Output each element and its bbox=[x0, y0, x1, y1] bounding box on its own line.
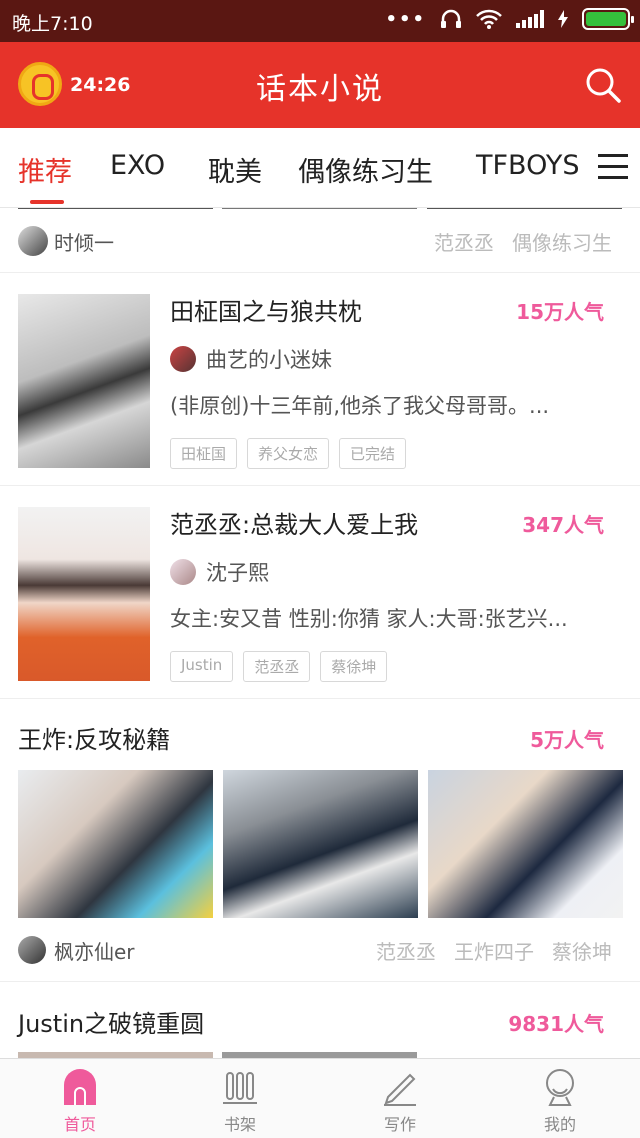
tag[interactable]: 偶像练习生 bbox=[512, 227, 612, 256]
author-name: 时倾一 bbox=[54, 231, 114, 255]
story-title: 田柾国之与狼共枕 bbox=[170, 298, 362, 326]
tab-recommend[interactable]: 推荐 bbox=[18, 150, 72, 189]
author-name: 沈子熙 bbox=[206, 561, 269, 585]
story-list-item[interactable]: Justin之破镜重圆 9831人气 bbox=[0, 982, 640, 1058]
story-description: (非原创)十三年前,他杀了我父母哥哥。... bbox=[170, 394, 550, 418]
app-title: 话本小说 bbox=[256, 72, 384, 107]
popularity-count: 5万人气 bbox=[530, 728, 604, 752]
tag[interactable]: 范丞丞 bbox=[434, 227, 494, 256]
battery-icon bbox=[582, 8, 634, 30]
wifi-icon bbox=[476, 9, 502, 29]
nav-label: 首页 bbox=[63, 1115, 96, 1134]
tag[interactable]: 田柾国 bbox=[170, 438, 238, 469]
story-title: Justin之破镜重圆 bbox=[18, 1010, 205, 1038]
author-name: 枫亦仙er bbox=[54, 940, 135, 964]
status-icons: ••• bbox=[385, 8, 634, 30]
story-title: 范丞丞:总裁大人爱上我 bbox=[170, 511, 419, 539]
tag[interactable]: 范丞丞 bbox=[243, 651, 311, 682]
story-tags: 范丞丞 偶像练习生 bbox=[434, 227, 612, 256]
story-description: 女主:安又昔 性别:你猜 家人:大哥:张艺兴... bbox=[170, 607, 568, 631]
story-tags: 范丞丞 王炸四子 蔡徐坤 bbox=[376, 936, 612, 965]
bottom-nav: 首页 书架 写作 我的 bbox=[0, 1058, 640, 1138]
popularity-count: 9831人气 bbox=[508, 1012, 604, 1036]
bookshelf-icon bbox=[223, 1072, 257, 1104]
popularity-count: 15万人气 bbox=[516, 300, 604, 324]
author-name: 曲艺的小迷妹 bbox=[206, 348, 332, 372]
tag[interactable]: Justin bbox=[170, 651, 234, 682]
tag[interactable]: 已完结 bbox=[339, 438, 407, 469]
home-icon bbox=[64, 1069, 96, 1105]
tag[interactable]: 养父女恋 bbox=[247, 438, 330, 469]
story-image bbox=[18, 770, 213, 918]
nav-profile[interactable]: 我的 bbox=[480, 1059, 640, 1138]
tag[interactable]: 王炸四子 bbox=[454, 936, 534, 965]
charging-icon bbox=[558, 10, 568, 28]
story-title: 王炸:反攻秘籍 bbox=[18, 726, 171, 754]
more-dots-icon: ••• bbox=[385, 8, 426, 30]
avatar bbox=[170, 559, 196, 585]
story-cover bbox=[18, 507, 150, 681]
story-list-item[interactable]: 范丞丞:总裁大人爱上我 347人气 沈子熙 女主:安又昔 性别:你猜 家人:大哥… bbox=[0, 487, 640, 699]
active-tab-indicator bbox=[30, 200, 64, 204]
avatar bbox=[18, 226, 48, 256]
story-image bbox=[428, 770, 623, 918]
tag[interactable]: 范丞丞 bbox=[376, 936, 436, 965]
tab-exo[interactable]: EXO bbox=[110, 150, 165, 181]
avatar bbox=[18, 936, 46, 964]
avatar bbox=[170, 346, 196, 372]
menu-icon[interactable] bbox=[598, 154, 628, 180]
signal-icon bbox=[516, 10, 544, 28]
nav-label: 写作 bbox=[383, 1115, 416, 1134]
nav-home[interactable]: 首页 bbox=[0, 1059, 160, 1138]
nav-label: 书架 bbox=[223, 1115, 256, 1134]
story-image bbox=[223, 770, 418, 918]
tag[interactable]: 蔡徐坤 bbox=[552, 936, 612, 965]
search-icon[interactable] bbox=[584, 66, 622, 104]
nav-label: 我的 bbox=[543, 1115, 576, 1134]
story-list-item[interactable]: 田柾国之与狼共枕 15万人气 曲艺的小迷妹 (非原创)十三年前,他杀了我父母哥哥… bbox=[0, 274, 640, 486]
story-image-gallery bbox=[18, 770, 623, 918]
nav-bookshelf[interactable]: 书架 bbox=[160, 1059, 320, 1138]
story-tags: 田柾国 养父女恋 已完结 bbox=[170, 438, 407, 469]
tab-tfboys[interactable]: TFBOYS bbox=[476, 150, 579, 181]
tag[interactable]: 蔡徐坤 bbox=[320, 651, 388, 682]
status-time: 晚上7:10 bbox=[12, 13, 93, 35]
popularity-count: 347人气 bbox=[522, 513, 604, 537]
story-cover bbox=[18, 294, 150, 468]
story-list-item-gallery[interactable]: 王炸:反攻秘籍 5万人气 枫亦仙er 范丞丞 王炸四子 蔡徐坤 bbox=[0, 700, 640, 982]
headphone-icon bbox=[441, 9, 461, 28]
app-header: 24:26 话本小说 bbox=[0, 42, 640, 128]
tab-danmei[interactable]: 耽美 bbox=[208, 150, 262, 189]
story-tags: Justin 范丞丞 蔡徐坤 bbox=[170, 651, 388, 682]
category-tabs: 推荐 EXO 耽美 偶像练习生 TFBOYS bbox=[0, 128, 640, 208]
pencil-icon bbox=[384, 1073, 416, 1106]
status-bar: 晚上7:10 ••• bbox=[0, 0, 640, 42]
story-author-row[interactable]: 时倾一 范丞丞 偶像练习生 bbox=[0, 209, 640, 273]
tab-idol-producer[interactable]: 偶像练习生 bbox=[298, 150, 433, 189]
profile-icon bbox=[546, 1069, 574, 1106]
nav-write[interactable]: 写作 bbox=[320, 1059, 480, 1138]
